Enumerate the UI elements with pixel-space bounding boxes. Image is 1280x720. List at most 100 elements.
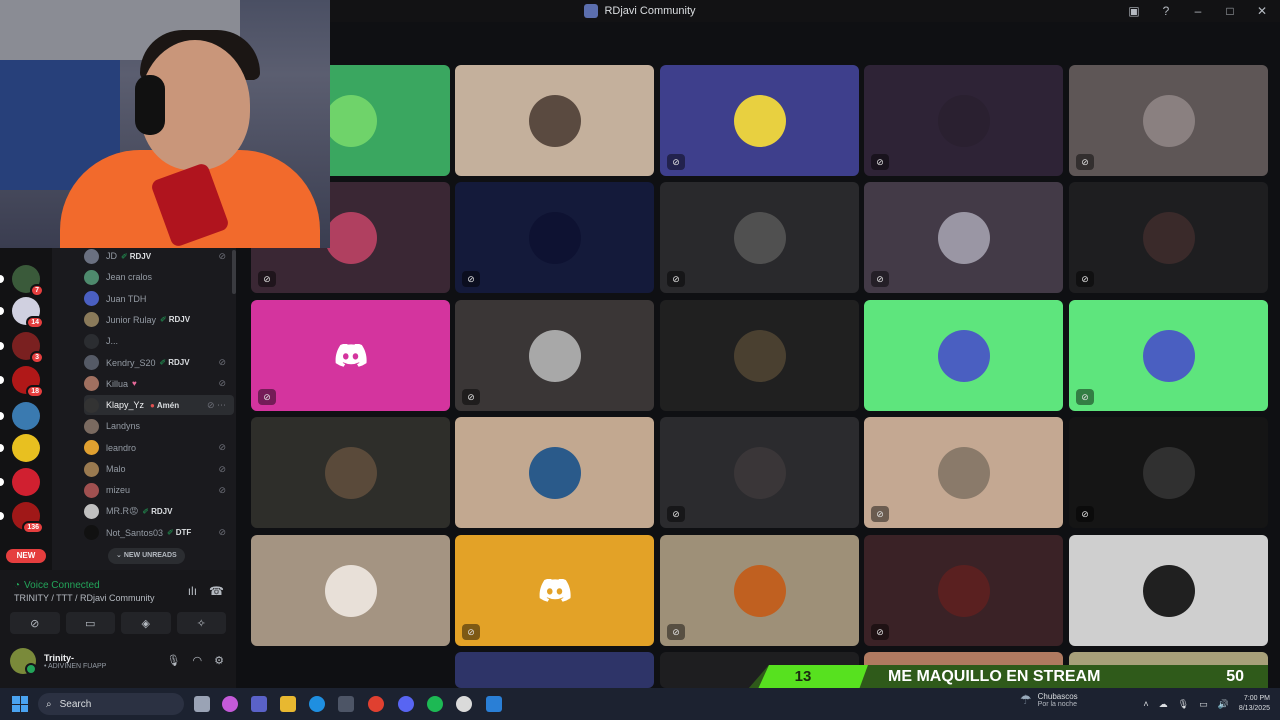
app-icon-blue[interactable] <box>486 696 502 712</box>
participant-tile[interactable]: ⊘ <box>1069 300 1268 411</box>
voice-member-row[interactable]: Klapy_Yz ● Amén ⊘ ⋯ <box>84 395 234 416</box>
participant-tile[interactable]: ⊘ <box>660 417 859 528</box>
voice-member-row[interactable]: MR.R😡 ✐ RDJV <box>84 502 234 522</box>
windows-start-icon[interactable] <box>12 696 28 712</box>
help-icon[interactable]: ? <box>1158 4 1174 18</box>
minimize-button[interactable]: – <box>1190 4 1206 18</box>
muted-mic-icon: ⊘ ⋯ <box>206 399 226 410</box>
participant-tile[interactable] <box>660 300 859 411</box>
signal-icon: ◔ <box>14 580 21 591</box>
voice-member-row[interactable]: Kendry_S20 ✐ RDJV ⊘ <box>84 353 234 373</box>
user-panel[interactable]: Trinity- • ADIVINEN FUAPP 🎙 ◠ ⚙ <box>10 646 226 676</box>
maximize-button[interactable]: □ <box>1222 4 1238 18</box>
voice-member-row[interactable]: Jean cralos <box>84 267 234 287</box>
participant-tile[interactable]: ⊘ <box>864 417 1063 528</box>
muted-mic-icon: ⊘ <box>218 357 226 367</box>
server-icon[interactable]: 3 <box>12 332 44 364</box>
teams-icon[interactable] <box>251 696 267 712</box>
server-icon[interactable] <box>12 468 40 496</box>
participant-tile[interactable]: ⊘ <box>660 182 859 293</box>
taskbar-search[interactable]: ⌕ Search <box>38 693 184 715</box>
participant-tile[interactable] <box>1069 535 1268 646</box>
participant-tile[interactable] <box>251 535 450 646</box>
spotify-icon[interactable] <box>427 696 443 712</box>
voice-member-row[interactable]: Landyns <box>84 416 234 436</box>
voice-member-row[interactable]: J... <box>84 331 234 351</box>
mic-tray-icon[interactable]: 🎙 <box>1178 699 1189 710</box>
participant-tile[interactable] <box>455 65 654 176</box>
voice-member-row[interactable]: mizeu ⊘ <box>84 480 234 500</box>
copilot-icon[interactable] <box>222 696 238 712</box>
voice-member-row[interactable]: Killua ♥ ⊘ <box>84 374 234 394</box>
participant-tile[interactable] <box>455 417 654 528</box>
participant-tile[interactable]: ⊘ <box>1069 65 1268 176</box>
headphones-icon[interactable]: ◠ <box>193 654 203 667</box>
chevron-up-icon[interactable]: ˄ <box>1143 699 1148 709</box>
participant-tile[interactable]: ⊘ <box>251 300 450 411</box>
chrome-icon[interactable] <box>368 696 384 712</box>
member-name: Junior Rulay <box>106 314 157 325</box>
screen-share-button[interactable]: ▭ <box>65 612 115 634</box>
member-list-scrollbar[interactable] <box>232 250 236 294</box>
participant-avatar <box>324 94 377 147</box>
voice-channel-path[interactable]: TRINITY / TTT / RDjavi Community <box>14 593 155 603</box>
edge-icon[interactable] <box>309 696 325 712</box>
voice-member-row[interactable]: Juan TDH <box>84 289 234 309</box>
close-button[interactable]: ✕ <box>1254 4 1270 18</box>
participant-tile[interactable]: ⊘ <box>455 182 654 293</box>
store-icon[interactable] <box>338 696 354 712</box>
participant-tile[interactable]: ⊘ <box>864 535 1063 646</box>
voice-member-row[interactable]: leandro ⊘ <box>84 438 234 458</box>
member-avatar <box>84 291 99 307</box>
participant-avatar <box>324 564 377 617</box>
camera-button[interactable]: ⊘ <box>10 612 60 634</box>
disconnect-icon[interactable]: ☎ <box>209 584 224 598</box>
participant-tile[interactable]: ⊘ <box>455 535 654 646</box>
user-avatar[interactable] <box>10 648 37 675</box>
file-explorer-icon[interactable] <box>280 696 296 712</box>
task-view-icon[interactable] <box>194 696 210 712</box>
window-controls: ▣ ? – □ ✕ <box>1126 0 1270 22</box>
noise-suppression-icon[interactable]: ılı <box>188 584 197 598</box>
member-tag: ✐ DTF <box>167 528 191 537</box>
server-icon[interactable] <box>12 402 40 430</box>
participant-tile[interactable] <box>864 300 1063 411</box>
participant-tile[interactable] <box>251 417 450 528</box>
server-icon[interactable]: 7 <box>12 265 44 297</box>
participant-tile[interactable]: ⊘ <box>455 300 654 411</box>
member-name: Klapy_Yz <box>106 400 145 411</box>
participant-tile[interactable]: ⊘ <box>1069 182 1268 293</box>
participant-tile[interactable]: ⊘ <box>864 182 1063 293</box>
voice-member-row[interactable]: JD ✐ RDJV ⊘ <box>84 246 234 266</box>
participant-tile[interactable] <box>455 652 654 688</box>
onedrive-icon[interactable]: ☁ <box>1159 699 1168 710</box>
member-avatar <box>84 355 99 370</box>
new-unreads-button[interactable]: ⌄ NEW UNREADS <box>108 548 185 564</box>
inbox-icon[interactable]: ▣ <box>1126 4 1142 18</box>
soundboard-button[interactable]: ✧ <box>176 612 226 634</box>
clock[interactable]: 7:00 PM 8/13/2025 <box>1239 694 1270 714</box>
microphone-icon[interactable]: 🎙 <box>167 654 181 667</box>
weather-widget[interactable]: ☂ Chubascos Por la noche <box>1020 692 1078 708</box>
participant-tile[interactable]: ⊘ <box>660 65 859 176</box>
settings-gear-icon[interactable]: ⚙ <box>214 654 224 667</box>
new-pill[interactable]: NEW <box>6 549 46 563</box>
network-icon[interactable]: ▭ <box>1199 699 1208 710</box>
user-info: Trinity- • ADIVINEN FUAPP <box>44 653 106 670</box>
participant-tile[interactable]: ⊘ <box>660 535 859 646</box>
voice-member-row[interactable]: Not_Santos03 ✐ DTF ⊘ <box>84 523 234 543</box>
discord-icon[interactable] <box>398 696 414 712</box>
server-icon[interactable]: 136 <box>12 502 44 534</box>
voice-member-row[interactable]: Malo ⊘ <box>84 459 234 479</box>
obs-icon[interactable] <box>456 696 472 712</box>
member-name: Jean cralos <box>106 272 153 283</box>
server-icon[interactable]: 14 <box>12 297 44 329</box>
participant-tile[interactable]: ⊘ <box>864 65 1063 176</box>
voice-member-row[interactable]: Junior Rulay ✐ RDJV <box>84 310 234 330</box>
activities-button[interactable]: ◈ <box>121 612 171 634</box>
server-icon[interactable]: 18 <box>12 366 44 398</box>
volume-icon[interactable]: 🔊 <box>1218 699 1229 710</box>
server-icon[interactable] <box>12 434 40 462</box>
search-label: Search <box>59 698 92 710</box>
participant-tile[interactable]: ⊘ <box>1069 417 1268 528</box>
